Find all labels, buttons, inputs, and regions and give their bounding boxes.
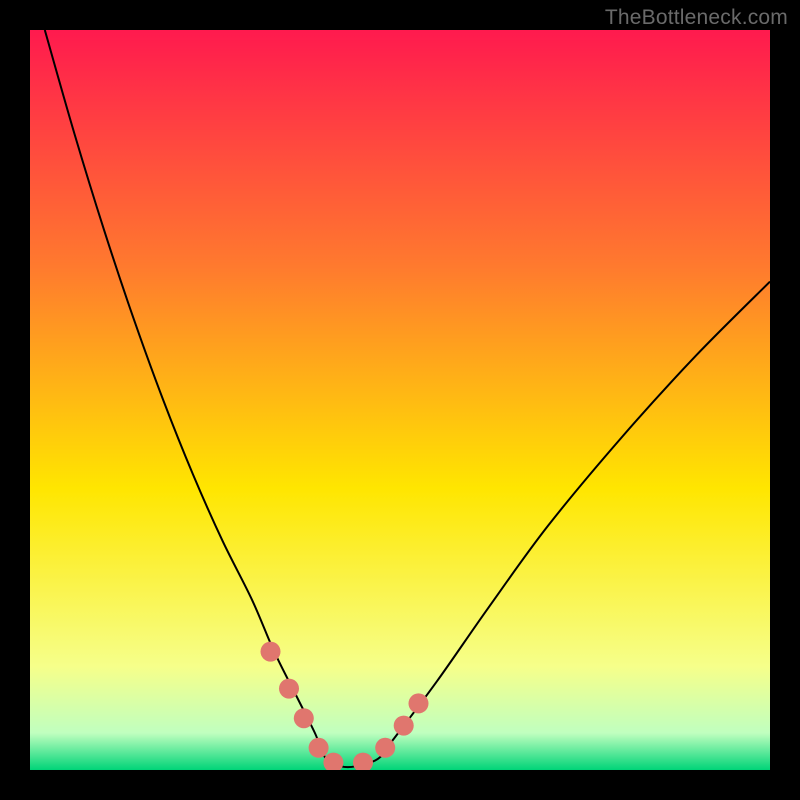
highlight-marker [309,738,329,758]
chart-svg [30,30,770,770]
gradient-background [30,30,770,770]
plot-area [30,30,770,770]
highlight-marker [279,679,299,699]
watermark-text: TheBottleneck.com [605,6,788,30]
highlight-marker [375,738,395,758]
highlight-marker [261,642,281,662]
highlight-marker [394,716,414,736]
highlight-marker [409,693,429,713]
highlight-marker [294,708,314,728]
chart-frame: TheBottleneck.com [0,0,800,800]
